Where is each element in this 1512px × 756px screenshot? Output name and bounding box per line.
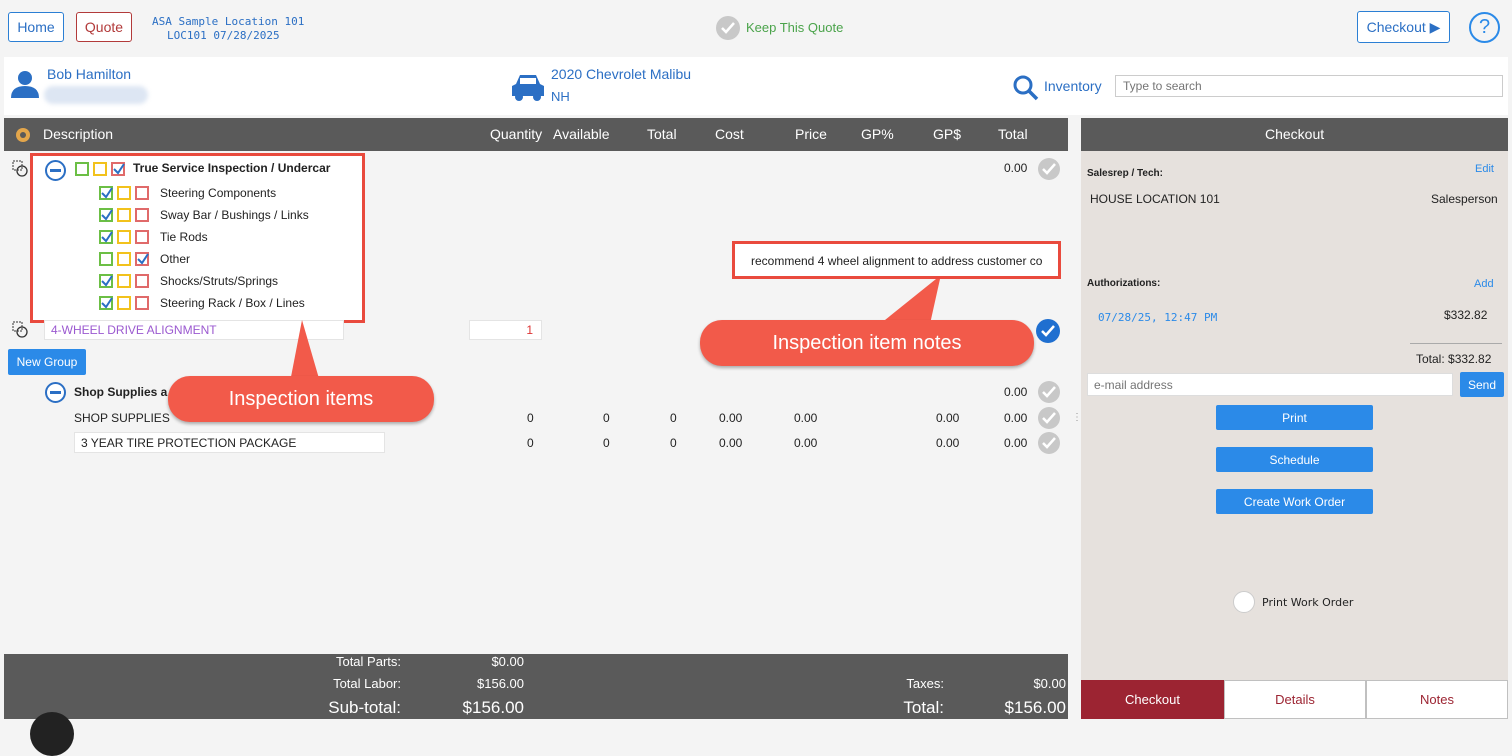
gear-icon[interactable] (14, 126, 32, 144)
location-line1: ASA Sample Location 101 (152, 15, 305, 28)
callout-pointer-notes (880, 279, 940, 324)
schedule-button[interactable]: Schedule (1216, 447, 1373, 472)
tab-details[interactable]: Details (1224, 680, 1366, 719)
create-work-order-button[interactable]: Create Work Order (1216, 489, 1373, 514)
shop-group-total: 0.00 (1004, 385, 1028, 399)
salesrep-edit-link[interactable]: Edit (1475, 163, 1494, 175)
col-available: Available (553, 126, 610, 142)
alignment-label: 4-WHEEL DRIVE ALIGNMENT (51, 323, 217, 337)
help-icon[interactable]: ? (1469, 12, 1500, 43)
row-gp-dollar: 0.00 (1004, 436, 1028, 450)
inspection-note-text: recommend 4 wheel alignment to address c… (751, 254, 1043, 268)
quote-button[interactable]: Quote (76, 12, 132, 42)
total-labor-value: $156.00 (477, 676, 524, 691)
inspection-note-field[interactable]: recommend 4 wheel alignment to address c… (732, 241, 1061, 279)
new-group-button[interactable]: New Group (8, 349, 86, 375)
send-button[interactable]: Send (1460, 372, 1504, 397)
check-icon (1041, 325, 1055, 337)
row-description-field[interactable]: 3 YEAR TIRE PROTECTION PACKAGE (74, 432, 385, 453)
shop-group-title: Shop Supplies a (74, 385, 168, 399)
row-check-icon[interactable] (1038, 407, 1060, 429)
customer-phone-blurred (44, 86, 148, 104)
callout-inspection-notes: Inspection item notes (700, 320, 1034, 366)
alignment-qty: 1 (526, 323, 533, 337)
callout-inspection-items: Inspection items (168, 376, 434, 422)
total-parts-value: $0.00 (491, 654, 524, 669)
row-price: 0.00 (794, 411, 818, 425)
keep-quote-toggle[interactable] (716, 16, 740, 40)
search-input[interactable] (1115, 75, 1503, 97)
authorization-add-link[interactable]: Add (1474, 278, 1494, 290)
customer-name[interactable]: Bob Hamilton (47, 66, 131, 82)
home-button[interactable]: Home (8, 12, 64, 42)
row-cost: 0.00 (719, 436, 743, 450)
vehicle-title[interactable]: 2020 Chevrolet Malibu (551, 66, 691, 82)
inspection-highlight-box (30, 153, 365, 323)
row-available: 0 (603, 436, 610, 450)
drag-handle-icon[interactable] (12, 321, 30, 339)
row-check-icon[interactable] (1038, 432, 1060, 454)
print-work-order-label[interactable]: Print Work Order (1262, 596, 1353, 609)
authorization-date[interactable]: 07/28/25, 12:47 PM (1098, 311, 1217, 324)
location-line2: LOC101 07/28/2025 (167, 29, 280, 42)
row-description[interactable]: SHOP SUPPLIES (74, 411, 170, 425)
salesperson-label: Salesperson (1431, 192, 1498, 206)
row-gp-dollar: 0.00 (1004, 411, 1028, 425)
row-total: 0 (670, 411, 677, 425)
vehicle-state: NH (551, 89, 570, 104)
alignment-qty-field[interactable]: 1 (469, 320, 542, 340)
house-location: HOUSE LOCATION 101 (1090, 192, 1220, 206)
col-price: Price (795, 126, 827, 142)
collapse-icon[interactable] (45, 382, 66, 403)
person-icon (11, 71, 39, 98)
row-available: 0 (603, 411, 610, 425)
taxes-label: Taxes: (906, 676, 944, 691)
row-cost: 0.00 (719, 411, 743, 425)
salesrep-label: Salesrep / Tech: (1087, 168, 1163, 179)
taxes-value: $0.00 (1033, 676, 1066, 691)
col-cost: Cost (715, 126, 744, 142)
row-qty: 0 (527, 411, 534, 425)
col-gp-dollar: GP$ (933, 126, 962, 142)
authorization-amount: $332.82 (1444, 308, 1488, 322)
row-gp-percent: 0.00 (936, 436, 960, 450)
search-icon[interactable] (1013, 75, 1039, 101)
authorization-total: Total: $332.82 (1416, 352, 1492, 366)
check-icon (721, 22, 735, 34)
authorizations-label: Authorizations: (1087, 278, 1161, 289)
subtotal-label: Sub-total: (328, 698, 401, 717)
total-labor-label: Total Labor: (333, 676, 401, 691)
row-gp-percent: 0.00 (936, 411, 960, 425)
inventory-label[interactable]: Inventory (1044, 78, 1102, 94)
print-work-order-radio[interactable] (1233, 591, 1255, 613)
callout-pointer-items (290, 320, 320, 382)
email-input[interactable] (1087, 373, 1453, 396)
col-gp-percent: GP% (861, 126, 894, 142)
row-price: 0.00 (794, 436, 818, 450)
total-parts-label: Total Parts: (335, 654, 401, 669)
print-button[interactable]: Print (1216, 405, 1373, 430)
keep-quote-label[interactable]: Keep This Quote (746, 20, 843, 35)
grand-total-value: $156.00 (1004, 698, 1066, 717)
row-qty: 0 (527, 436, 534, 450)
authorization-divider (1410, 343, 1502, 344)
col-description: Description (43, 126, 114, 142)
subtotal-value: $156.00 (462, 698, 524, 717)
tab-notes[interactable]: Notes (1366, 680, 1508, 719)
checkout-button[interactable]: Checkout ▶ (1357, 11, 1450, 43)
shop-group-check-icon[interactable] (1038, 381, 1060, 403)
row-description: 3 YEAR TIRE PROTECTION PACKAGE (81, 436, 297, 450)
grand-total-label: Total: (903, 698, 944, 717)
car-icon (512, 75, 544, 101)
alignment-approved-icon[interactable] (1036, 319, 1060, 343)
row-total: 0 (670, 436, 677, 450)
inspection-total: 0.00 (1004, 161, 1028, 175)
checkout-panel-title: Checkout (1265, 126, 1325, 142)
drag-handle-icon[interactable] (12, 160, 30, 178)
col-quantity: Quantity (490, 126, 543, 142)
col-total: Total (647, 126, 677, 142)
tab-checkout[interactable]: Checkout (1081, 680, 1224, 719)
inspection-check-icon[interactable] (1038, 158, 1060, 180)
col-line-total: Total (998, 126, 1028, 142)
